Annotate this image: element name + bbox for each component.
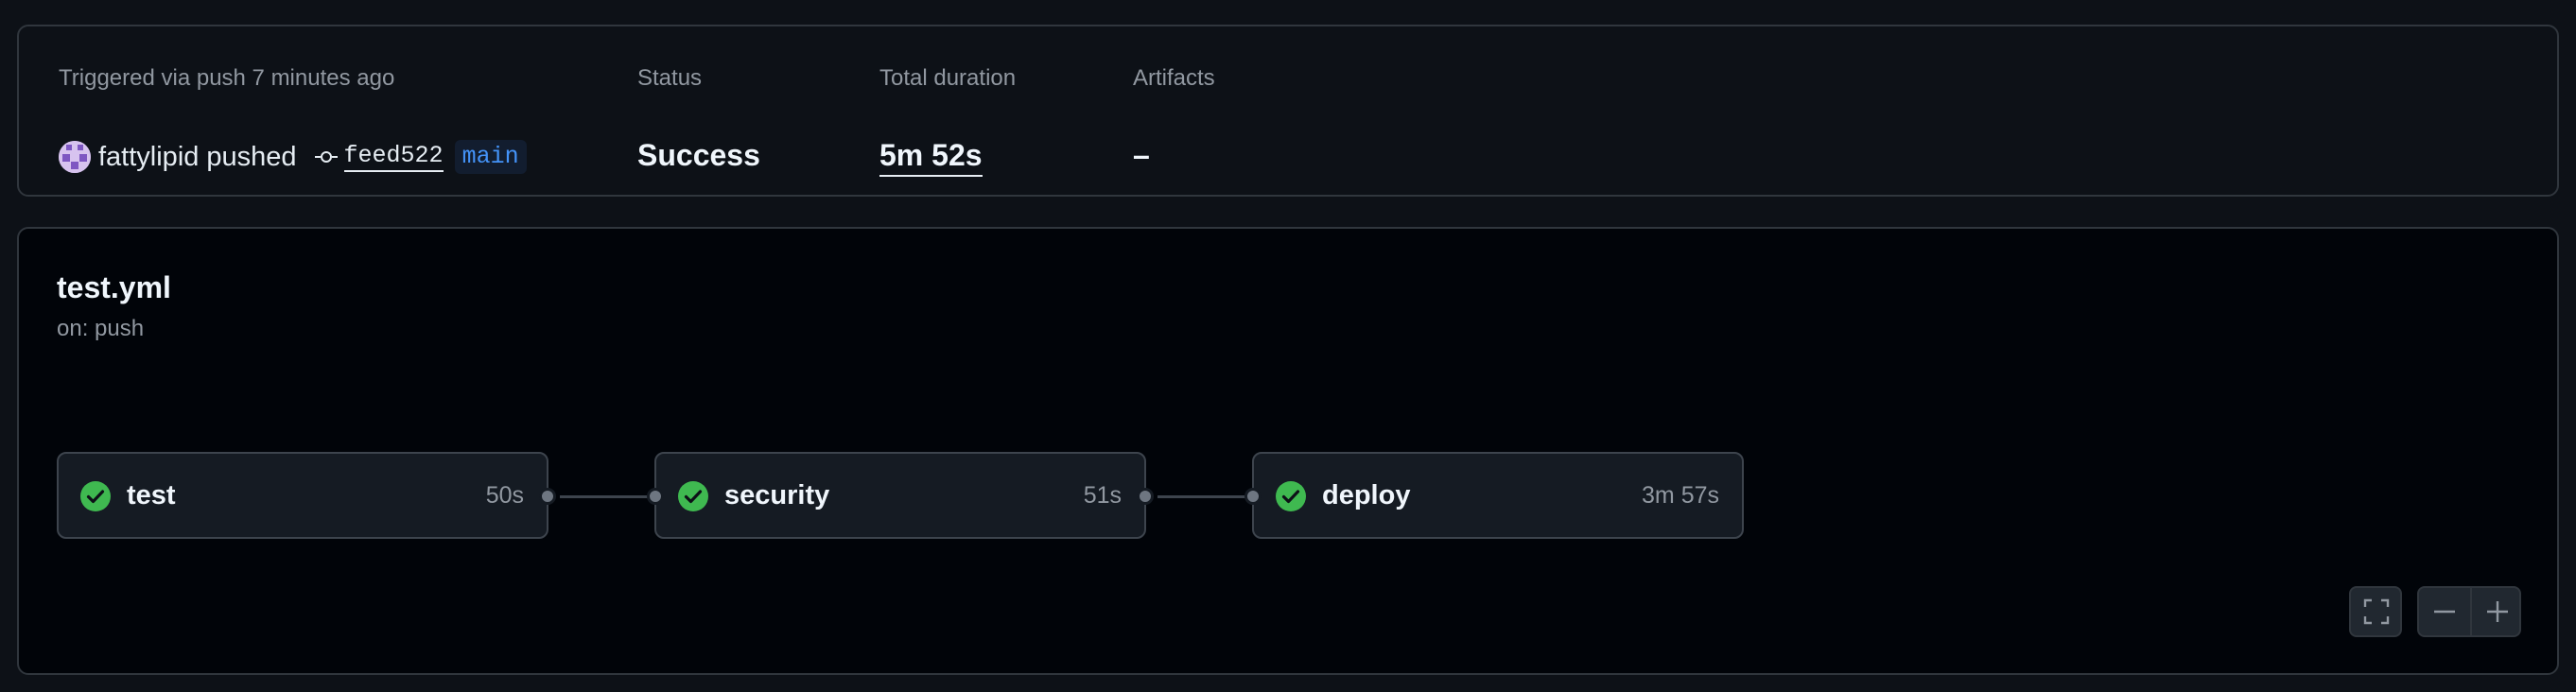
avatar[interactable] (59, 141, 91, 173)
minus-icon (2434, 610, 2455, 614)
duration-label: Total duration (879, 65, 1017, 91)
fullscreen-icon (2351, 588, 2402, 635)
zoom-out-button[interactable] (2419, 588, 2470, 635)
zoom-in-button[interactable] (2472, 588, 2523, 635)
connector-handle (539, 488, 556, 505)
job-connector (560, 495, 649, 498)
fullscreen-button[interactable] (2349, 586, 2402, 637)
job-card-deploy[interactable]: deploy 3m 57s (1244, 452, 1744, 539)
job-card-test[interactable]: test 50s (57, 452, 556, 539)
artifacts-column: Artifacts – (1133, 64, 1215, 172)
job-name: test (127, 480, 176, 510)
connector-handle (647, 488, 664, 505)
job-duration: 51s (1083, 482, 1122, 509)
zoom-controls (2417, 586, 2521, 637)
artifacts-label: Artifacts (1133, 65, 1215, 91)
workflow-graph-card: test.yml on: push test 50s security 51s (17, 227, 2559, 675)
status-value: Success (637, 138, 760, 172)
job-connector (1157, 495, 1246, 498)
job-name: security (724, 480, 830, 510)
actor-line: fattylipid pushed feed522 main (59, 140, 527, 174)
duration-link[interactable]: 5m 52s (879, 138, 983, 177)
check-circle-icon (1275, 480, 1307, 517)
check-circle-icon (677, 480, 709, 517)
job-duration: 3m 57s (1642, 482, 1719, 509)
trigger-label: Triggered via push 7 minutes ago (59, 65, 395, 91)
push-action: pushed (206, 141, 297, 172)
workflow-trigger: on: push (57, 316, 145, 341)
git-commit-icon (314, 142, 339, 173)
artifacts-value: – (1133, 138, 1150, 172)
run-summary-card: Triggered via push 7 minutes ago fattyli… (17, 25, 2559, 197)
check-circle-icon (79, 480, 112, 517)
plus-icon (2487, 601, 2508, 622)
job-duration: 50s (485, 482, 524, 509)
connector-handle (1244, 488, 1262, 505)
status-label: Status (637, 65, 703, 91)
trigger-column: Triggered via push 7 minutes ago fattyli… (59, 64, 527, 174)
commit-sha-link[interactable]: feed522 (343, 142, 444, 172)
connector-handle (1137, 488, 1154, 505)
branch-badge[interactable]: main (454, 140, 527, 174)
duration-column: Total duration 5m 52s (879, 64, 1017, 177)
job-card-security[interactable]: security 51s (647, 452, 1154, 539)
actor-name[interactable]: fattylipid (98, 142, 199, 173)
workflow-title: test.yml (57, 270, 171, 304)
status-column: Status Success (637, 64, 760, 172)
job-name: deploy (1322, 480, 1411, 510)
